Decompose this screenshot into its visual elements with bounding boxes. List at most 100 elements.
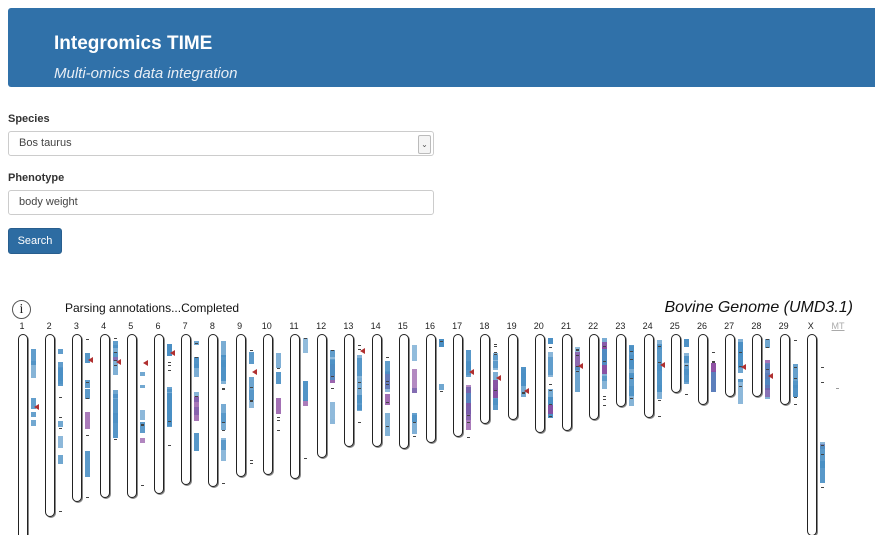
annotation-band[interactable]: [493, 354, 499, 371]
annotation-band[interactable]: [221, 439, 227, 450]
annotation-band[interactable]: [602, 375, 608, 390]
search-button[interactable]: Search: [8, 228, 62, 254]
annotation-band[interactable]: [656, 339, 662, 364]
annotation-band[interactable]: [384, 413, 390, 436]
chromosome-body[interactable]: [616, 334, 627, 407]
annotation-band[interactable]: [112, 398, 118, 423]
annotation-band[interactable]: [439, 383, 444, 390]
annotation-band[interactable]: [547, 338, 553, 344]
chromosome-body[interactable]: [126, 334, 137, 498]
annotation-band[interactable]: [738, 378, 744, 404]
chromosome-body[interactable]: [398, 334, 409, 449]
phenotype-input[interactable]: body weight: [8, 190, 434, 215]
qtl-arrow-icon[interactable]: [360, 348, 366, 354]
annotation-band[interactable]: [466, 403, 472, 430]
annotation-band[interactable]: [85, 450, 91, 477]
annotation-band[interactable]: [411, 345, 417, 362]
annotation-band[interactable]: [629, 344, 635, 370]
qtl-arrow-icon[interactable]: [115, 358, 121, 365]
chevron-down-icon[interactable]: ⌄: [418, 135, 431, 154]
annotation-band[interactable]: [683, 339, 689, 348]
qtl-arrow-icon[interactable]: [142, 359, 148, 366]
annotation-band[interactable]: [31, 412, 36, 418]
annotation-band[interactable]: [765, 379, 771, 388]
annotation-band[interactable]: [520, 369, 526, 379]
annotation-band[interactable]: [629, 373, 635, 396]
qtl-arrow-icon[interactable]: [469, 368, 475, 375]
qtl-arrow-icon[interactable]: [170, 350, 175, 357]
qtl-arrow-icon[interactable]: [578, 363, 583, 370]
chromosome-body[interactable]: [344, 334, 355, 447]
annotation-band[interactable]: [330, 359, 336, 376]
annotation-band[interactable]: [194, 364, 200, 378]
annotation-band[interactable]: [330, 418, 336, 424]
chromosome-body[interactable]: [725, 334, 736, 397]
chromosome-body[interactable]: [371, 334, 382, 447]
chromosome-body[interactable]: [779, 334, 790, 405]
annotation-band[interactable]: [411, 413, 417, 423]
chromosome-body[interactable]: [698, 334, 708, 405]
annotation-band[interactable]: [139, 372, 145, 377]
annotation-band[interactable]: [194, 432, 200, 451]
annotation-band[interactable]: [167, 386, 172, 392]
annotation-band[interactable]: [139, 385, 145, 389]
chromosome-body[interactable]: [235, 334, 246, 477]
chromosome-body[interactable]: [317, 334, 328, 458]
annotation-band[interactable]: [275, 372, 281, 384]
annotation-band[interactable]: [330, 402, 336, 420]
annotation-band[interactable]: [31, 420, 36, 427]
chromosome-body[interactable]: [562, 334, 572, 431]
chromosome-body[interactable]: [45, 334, 56, 517]
annotation-band[interactable]: [384, 361, 390, 375]
chromosome-body[interactable]: [208, 334, 219, 487]
info-icon[interactable]: i: [12, 300, 31, 319]
qtl-arrow-icon[interactable]: [741, 363, 747, 370]
annotation-band[interactable]: [31, 361, 36, 379]
chromosome-body[interactable]: [154, 334, 164, 494]
annotation-band[interactable]: [275, 397, 281, 415]
annotation-band[interactable]: [493, 399, 499, 405]
annotation-band[interactable]: [602, 348, 608, 365]
annotation-band[interactable]: [248, 390, 254, 409]
chromosome-body[interactable]: [507, 334, 518, 420]
annotation-band[interactable]: [221, 354, 227, 381]
chromosome-body[interactable]: [181, 334, 192, 485]
annotation-band[interactable]: [384, 371, 390, 392]
chromosome-body[interactable]: [72, 334, 83, 502]
chromosome-body[interactable]: [752, 334, 763, 397]
chromosome-body[interactable]: [99, 334, 110, 498]
annotation-band[interactable]: [85, 379, 91, 388]
qtl-arrow-icon[interactable]: [496, 374, 502, 381]
qtl-arrow-icon[interactable]: [88, 356, 94, 363]
annotation-band[interactable]: [303, 381, 308, 402]
annotation-band[interactable]: [58, 349, 64, 354]
annotation-band[interactable]: [384, 394, 390, 406]
annotation-band[interactable]: [711, 363, 716, 372]
annotation-band[interactable]: [411, 369, 417, 394]
annotation-band[interactable]: [58, 420, 64, 428]
qtl-arrow-icon[interactable]: [251, 368, 257, 375]
annotation-band[interactable]: [194, 395, 200, 422]
annotation-band[interactable]: [58, 435, 64, 448]
annotation-band[interactable]: [85, 412, 91, 430]
annotation-band[interactable]: [303, 338, 308, 354]
annotation-band[interactable]: [683, 364, 689, 382]
annotation-band[interactable]: [711, 370, 716, 392]
annotation-band[interactable]: [139, 437, 145, 443]
qtl-arrow-icon[interactable]: [659, 362, 665, 369]
annotation-band[interactable]: [275, 353, 281, 369]
chromosome-body[interactable]: [534, 334, 545, 433]
annotation-band[interactable]: [58, 367, 64, 386]
annotation-band[interactable]: [58, 455, 64, 465]
annotation-band[interactable]: [139, 410, 145, 421]
qtl-arrow-icon[interactable]: [523, 387, 529, 394]
annotation-band[interactable]: [357, 405, 363, 411]
chromosome-body[interactable]: [670, 334, 681, 393]
species-select[interactable]: Bos taurus ⌄: [8, 131, 434, 156]
annotation-band[interactable]: [248, 351, 254, 365]
annotation-band[interactable]: [167, 393, 172, 408]
chromosome-body[interactable]: [426, 334, 436, 443]
annotation-band[interactable]: [656, 364, 662, 392]
chromosome-body[interactable]: [18, 334, 28, 535]
chromosome-body[interactable]: [262, 334, 273, 475]
